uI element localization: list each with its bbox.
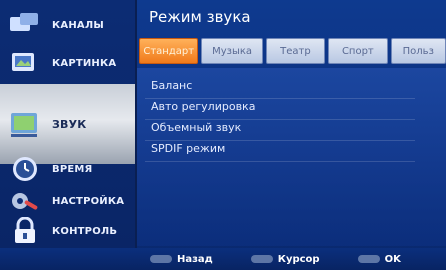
cursor-key-icon	[250, 255, 273, 263]
sidebar-item-control[interactable]: КОНТРОЛЬ	[0, 212, 135, 250]
tab-sport[interactable]: Спорт	[328, 38, 388, 64]
tab-music[interactable]: Музыка	[201, 38, 263, 64]
sidebar-item-label: ЗВУК	[52, 117, 87, 131]
ok-label: OK	[384, 253, 401, 265]
sidebar-item-picture[interactable]: КАРТИНКА	[0, 44, 135, 82]
lock-icon	[15, 217, 35, 243]
sidebar: КАНАЛЫ КАРТИНКА ЗВУК ВРЕМЯ НАСТРОЙКА КОН…	[0, 0, 137, 248]
ok-key-icon	[357, 255, 380, 263]
tv-menu-screen: КАНАЛЫ КАРТИНКА ЗВУК ВРЕМЯ НАСТРОЙКА КОН…	[0, 0, 446, 270]
back-label: Назад	[177, 253, 213, 265]
settings-icon	[12, 193, 38, 210]
tab-standard[interactable]: Стандарт	[139, 38, 199, 64]
picture-icon	[12, 53, 34, 71]
page-title: Режим звука	[149, 8, 251, 26]
back-hint[interactable]: Назад	[150, 254, 213, 265]
sidebar-item-label: КОНТРОЛЬ	[52, 225, 118, 237]
tab-user[interactable]: Польз	[390, 38, 446, 64]
cursor-hint[interactable]: Курсор	[250, 253, 320, 265]
menu-item-balance[interactable]: Баланс	[145, 78, 415, 99]
footer-hints: Назад Курсор OK	[0, 248, 446, 270]
sidebar-item-label: НАСТРОЙКА	[52, 195, 125, 207]
sidebar-item-label: ВРЕМЯ	[52, 163, 93, 175]
tab-theater[interactable]: Театр	[265, 38, 326, 64]
sound-icon	[11, 113, 37, 137]
menu-item-spdif[interactable]: SPDIF режим	[145, 141, 415, 162]
menu-item-surround[interactable]: Объемный звук	[145, 120, 415, 141]
sidebar-item-label: КАРТИНКА	[52, 57, 117, 69]
sound-mode-tabs: Стандарт Музыка Театр Спорт Польз	[139, 38, 446, 64]
channels-icon	[10, 13, 38, 31]
sidebar-item-channels[interactable]: КАНАЛЫ	[0, 6, 135, 44]
menu-item-auto-volume[interactable]: Авто регулировка	[145, 99, 415, 120]
cursor-label: Курсор	[277, 253, 320, 265]
main-panel: Режим звука Стандарт Музыка Театр Спорт …	[137, 0, 446, 248]
sound-settings-list: Баланс Авто регулировка Объемный звук SP…	[145, 78, 415, 162]
back-key-icon	[150, 255, 172, 263]
sidebar-item-label: КАНАЛЫ	[52, 19, 104, 31]
ok-hint[interactable]: OK	[357, 253, 401, 265]
clock-icon	[13, 157, 37, 181]
